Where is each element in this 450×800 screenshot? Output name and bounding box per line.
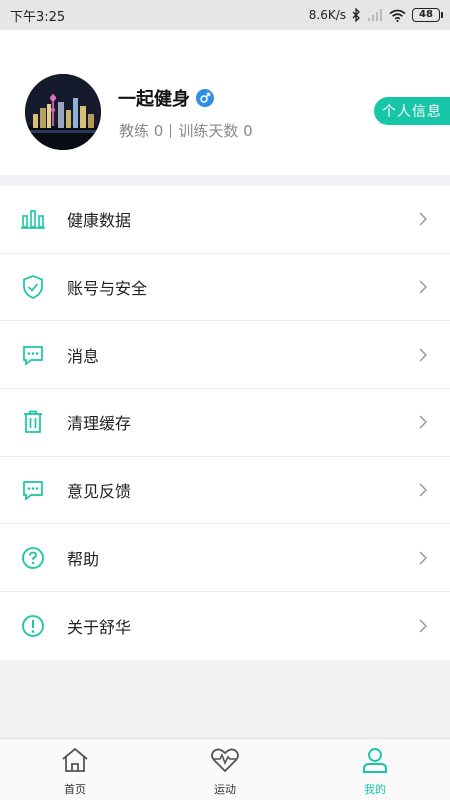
menu-item-about[interactable]: 关于舒华 — [0, 592, 450, 660]
bluetooth-icon — [352, 8, 361, 22]
menu-label: 清理缓存 — [67, 414, 132, 434]
user-icon — [360, 745, 390, 775]
menu-item-clear-cache[interactable]: 清理缓存 — [0, 389, 450, 457]
profile-name-row: 一起健身 — [118, 85, 214, 111]
tab-label: 首页 — [64, 783, 86, 796]
tab-home[interactable]: 首页 — [0, 739, 150, 800]
menu-label: 意见反馈 — [67, 482, 132, 502]
personal-info-button[interactable]: 个人信息 — [374, 97, 450, 125]
chevron-right-icon — [416, 551, 430, 565]
menu-label: 账号与安全 — [67, 279, 148, 299]
tab-sport[interactable]: 运动 — [150, 739, 300, 800]
trash-icon — [20, 409, 46, 435]
battery-icon: 48 — [412, 8, 443, 22]
home-icon — [60, 745, 90, 775]
tab-label: 我的 — [364, 783, 386, 796]
bar-chart-icon — [20, 206, 46, 232]
menu-item-messages[interactable]: 消息 — [0, 321, 450, 390]
status-bar: 下午3:25 8.6K/s 48 — [0, 0, 450, 30]
training-days-stat: 训练天数 0 — [178, 122, 253, 140]
profile-name: 一起健身 — [118, 89, 190, 110]
network-speed: 8.6K/s — [308, 8, 346, 22]
menu-item-help[interactable]: 帮助 — [0, 524, 450, 593]
profile-stats: 教练 0 训练天数 0 — [119, 120, 253, 141]
wifi-icon — [389, 9, 406, 22]
info-icon — [20, 613, 46, 639]
status-time: 下午3:25 — [10, 9, 66, 25]
menu-label: 关于舒华 — [67, 617, 132, 637]
help-icon — [20, 545, 46, 571]
settings-menu: 健康数据 账号与安全 消息 清理缓存 意见反馈 帮助 关于舒华 — [0, 186, 450, 660]
tab-label: 运动 — [214, 783, 236, 796]
menu-item-account-security[interactable]: 账号与安全 — [0, 254, 450, 322]
bottom-tab-bar: 首页 运动 我的 — [0, 738, 450, 800]
menu-label: 帮助 — [67, 549, 100, 569]
message-icon — [20, 342, 46, 368]
status-indicators: 8.6K/s 48 — [308, 8, 443, 22]
stat-divider — [170, 123, 172, 138]
chevron-right-icon — [416, 348, 430, 362]
menu-item-feedback[interactable]: 意见反馈 — [0, 457, 450, 525]
heartbeat-icon — [210, 745, 240, 775]
tab-mine[interactable]: 我的 — [300, 739, 450, 800]
feedback-icon — [20, 477, 46, 503]
menu-label: 健康数据 — [67, 211, 132, 231]
avatar[interactable] — [25, 74, 101, 150]
shield-check-icon — [20, 274, 46, 300]
chevron-right-icon — [416, 280, 430, 294]
male-icon — [196, 89, 214, 107]
chevron-right-icon — [416, 619, 430, 633]
chevron-right-icon — [416, 483, 430, 497]
signal-icon — [367, 9, 383, 21]
coach-stat: 教练 0 — [119, 122, 164, 140]
menu-item-health-data[interactable]: 健康数据 — [0, 186, 450, 254]
menu-label: 消息 — [67, 346, 100, 366]
chevron-right-icon — [416, 212, 430, 226]
chevron-right-icon — [416, 415, 430, 429]
profile-header: 一起健身 教练 0 训练天数 0 个人信息 — [0, 30, 450, 175]
